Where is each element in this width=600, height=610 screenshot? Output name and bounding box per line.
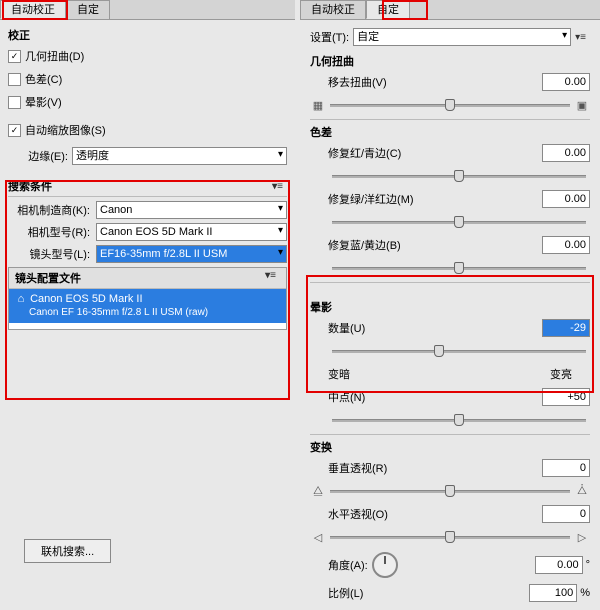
by-input[interactable]: [542, 236, 590, 254]
vpersp-icon-2: ⧊: [574, 482, 590, 500]
remove-label: 移去扭曲(V): [328, 74, 538, 90]
setting-label: 设置(T):: [310, 29, 349, 45]
highlight-custom-tab: [382, 0, 428, 20]
angle-dial[interactable]: [372, 552, 398, 578]
chroma-checkbox[interactable]: [8, 73, 21, 86]
hpersp-icon-2: ▷: [574, 528, 590, 546]
by-slider[interactable]: [332, 260, 586, 276]
rc-slider[interactable]: [332, 168, 586, 184]
scale-input[interactable]: [529, 584, 577, 602]
geom-title: 几何扭曲: [310, 53, 354, 69]
tab-custom-left[interactable]: 自定: [66, 0, 110, 19]
angle-label: 角度(A):: [328, 557, 368, 573]
remove-slider[interactable]: [330, 97, 570, 113]
grid-icon-2: ▣: [574, 96, 590, 114]
vpersp-label: 垂直透视(R): [328, 460, 538, 476]
rc-label: 修复红/青边(C): [328, 145, 538, 161]
geom-label: 几何扭曲(D): [25, 48, 84, 64]
correction-title: 校正: [8, 27, 30, 43]
setting-select[interactable]: 自定: [353, 28, 571, 46]
vpersp-input[interactable]: [542, 459, 590, 477]
angle-unit: °: [586, 559, 590, 571]
scale-unit: %: [580, 587, 590, 599]
setting-menu-icon[interactable]: ▾≡: [571, 32, 590, 43]
autoscale-label: 自动缩放图像(S): [25, 122, 106, 138]
edge-select[interactable]: 透明度: [72, 147, 287, 165]
geom-checkbox[interactable]: ✓: [8, 50, 21, 63]
scale-label: 比例(L): [328, 585, 525, 601]
hpersp-input[interactable]: [542, 505, 590, 523]
tab-auto-right[interactable]: 自动校正: [300, 0, 366, 19]
vignette-checkbox[interactable]: [8, 96, 21, 109]
lens-select[interactable]: EF16-35mm f/2.8L II USM: [96, 245, 287, 263]
vpersp-icon-1: ⧋: [310, 482, 326, 500]
grid-icon: ▦: [310, 96, 326, 114]
gm-label: 修复绿/洋红边(M): [328, 191, 538, 207]
edge-label: 边缘(E):: [8, 148, 68, 164]
hpersp-label: 水平透视(O): [328, 506, 538, 522]
gm-slider[interactable]: [332, 214, 586, 230]
hpersp-slider[interactable]: [330, 529, 570, 545]
chroma-label: 色差(C): [25, 71, 62, 87]
transform-title: 变换: [310, 439, 332, 455]
remove-input[interactable]: [542, 73, 590, 91]
online-search-button[interactable]: 联机搜索...: [24, 539, 111, 563]
right-tabs: 自动校正 自定: [300, 0, 600, 20]
vignette-label: 晕影(V): [25, 94, 62, 110]
amount-slider[interactable]: [332, 343, 586, 359]
model-select[interactable]: Canon EOS 5D Mark II: [96, 223, 287, 241]
autoscale-checkbox[interactable]: ✓: [8, 124, 21, 137]
hpersp-icon-1: ◁: [310, 528, 326, 546]
rc-input[interactable]: [542, 144, 590, 162]
chroma-title: 色差: [310, 124, 332, 140]
highlight-auto-tab: [2, 0, 68, 20]
maker-select[interactable]: Canon: [96, 201, 287, 219]
midpoint-slider[interactable]: [332, 412, 586, 428]
gm-input[interactable]: [542, 190, 590, 208]
by-label: 修复蓝/黄边(B): [328, 237, 538, 253]
highlight-vignette: [306, 275, 594, 393]
angle-input[interactable]: [535, 556, 583, 574]
vpersp-slider[interactable]: [330, 483, 570, 499]
